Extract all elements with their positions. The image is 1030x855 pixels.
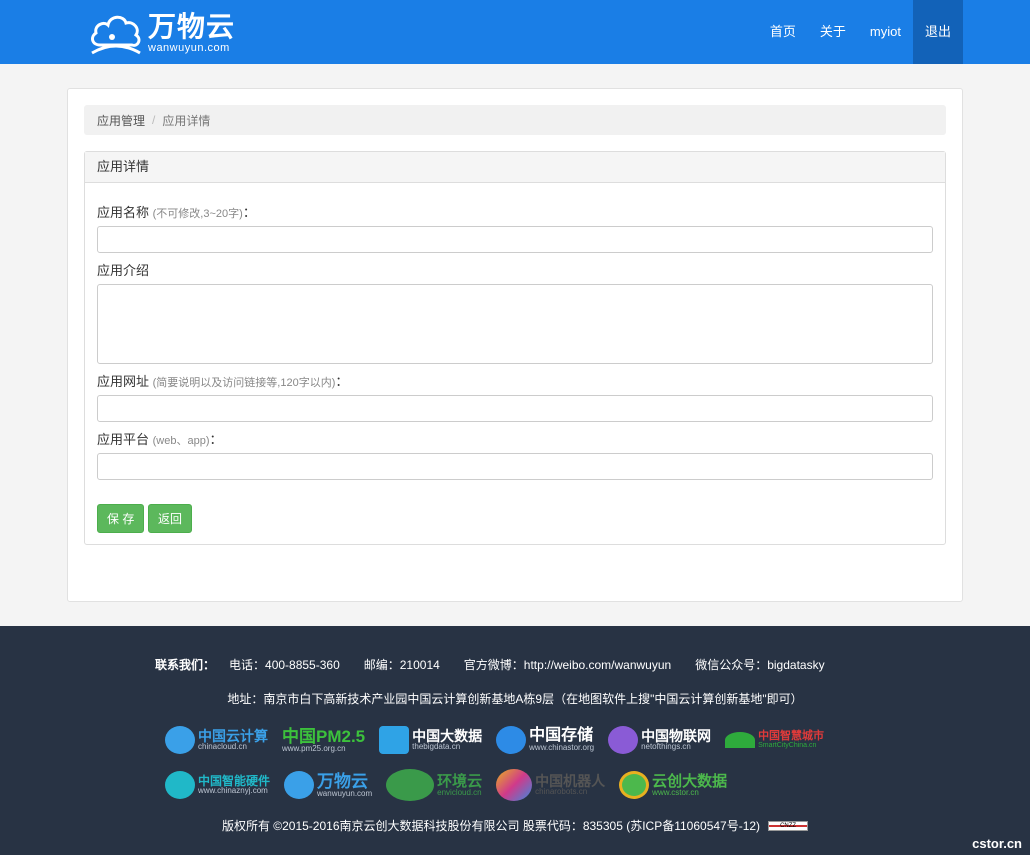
netofthings-logo-icon: [608, 726, 639, 754]
app-url-input[interactable]: [97, 395, 933, 422]
app-platform-label-text: 应用平台: [97, 432, 150, 447]
footer-address: 地址：南京市白下高新技术产业园中国云计算创新基地A栋9层（在地图软件上搜"中国云…: [227, 692, 803, 706]
watermark: cstor.cn: [972, 836, 1022, 851]
back-button[interactable]: 返回: [148, 504, 193, 533]
smartcity-logo-icon: [725, 732, 756, 748]
logo-chinarobots[interactable]: 中国机器人 chinarobots.cn: [496, 769, 605, 801]
logo-title: 云创大数据: [652, 772, 728, 790]
brand-text: 万物云 wanwuyun.com: [148, 11, 236, 55]
app-name-label: 应用名称 (不可修改,3~20字)：: [97, 202, 256, 221]
brand-subtitle: wanwuyun.com: [148, 42, 230, 54]
app-url-label-text: 应用网址: [97, 374, 150, 389]
contact-weibo: 官方微博：http://weibo.com/wanwuyun: [463, 658, 672, 672]
logo-sub: www.chinaznyj.com: [198, 786, 268, 795]
app-name-label-text: 应用名称: [97, 205, 150, 220]
chinastor-logo-icon: [496, 726, 527, 754]
footer: 联系我们： 电话：400-8855-360 邮编：210014 官方微博：htt…: [0, 626, 1030, 855]
breadcrumb: 应用管理 / 应用详情: [84, 105, 946, 135]
breadcrumb-current: 应用详情: [162, 113, 211, 128]
logo-sub: envicloud.cn: [437, 787, 482, 797]
logo-wanwuyun[interactable]: 万物云 wanwuyun.com: [284, 771, 372, 799]
top-navbar: 万物云 wanwuyun.com 首页 关于 myiot 退出: [0, 0, 1030, 64]
brand-logo[interactable]: 万物云 wanwuyun.com: [88, 8, 235, 58]
logo-sub: chinacloud.cn: [198, 742, 247, 751]
app-intro-textarea[interactable]: [97, 284, 933, 364]
app-url-colon: ：: [335, 374, 349, 389]
logo-sub: netofthings.cn: [641, 742, 691, 751]
logo-title: 环境云: [437, 772, 483, 790]
logo-title: 中国存储: [529, 727, 594, 744]
chinarobots-logo-icon: [496, 769, 533, 801]
app-intro-label: 应用介绍: [97, 260, 149, 279]
nav-home-link[interactable]: 首页: [758, 0, 808, 64]
app-platform-hint: (web、app): [152, 435, 210, 447]
cnzz-badge[interactable]: CNZZ: [768, 820, 809, 831]
breadcrumb-separator: /: [152, 113, 156, 127]
logo-smartcity[interactable]: 中国智慧城市 SmartCityChina.cn: [725, 731, 824, 749]
app-platform-input[interactable]: [97, 453, 933, 480]
app-name-input[interactable]: [97, 226, 933, 253]
logo-title: 中国PM2.5: [282, 726, 366, 746]
app-platform-colon: ：: [209, 432, 223, 447]
logo-pm25[interactable]: 中国PM2.5 www.pm25.org.cn: [282, 728, 365, 753]
logo-sub: www.pm25.org.cn: [282, 743, 346, 753]
contact-postcode: 邮编：210014: [363, 658, 440, 672]
copyright-text: 版权所有 ©2015-2016南京云创大数据科技股份有限公司 股票代码：8353…: [221, 819, 761, 833]
logo-sub: chinarobots.cn: [535, 787, 588, 796]
app-url-hint: (简要说明以及访问链接等,120字以内): [152, 377, 336, 389]
logo-title: 万物云: [317, 771, 369, 791]
nav-logout-link[interactable]: 退出: [912, 0, 963, 64]
logo-envicloud[interactable]: 环境云 envicloud.cn: [386, 769, 482, 801]
app-intro-label-text: 应用介绍: [97, 263, 150, 278]
main-container: 应用管理 / 应用详情 应用详情 应用名称 (不可修改,3~20字)： 应用介绍…: [67, 88, 963, 602]
cloud-logo-icon: [91, 15, 141, 55]
thebigdata-logo-icon: [379, 726, 410, 754]
chinaznyj-logo-icon: [165, 771, 195, 799]
logo-netofthings[interactable]: 中国物联网 netofthings.cn: [608, 726, 711, 754]
nav-myiot-link[interactable]: myiot: [858, 0, 913, 64]
app-platform-label: 应用平台 (web、app)：: [97, 429, 223, 448]
brand-title: 万物云: [148, 11, 236, 42]
logo-chinacloud[interactable]: 中国云计算 chinacloud.cn: [165, 726, 268, 754]
nav-about-link[interactable]: 关于: [808, 0, 858, 64]
cstor-logo-icon: [619, 771, 650, 799]
logo-chinaznyj[interactable]: 中国智能硬件 www.chinaznyj.com: [165, 771, 270, 799]
logo-title: 中国机器人: [535, 773, 606, 789]
save-button[interactable]: 保 存: [97, 504, 145, 533]
logo-title: 中国智慧城市: [758, 730, 825, 742]
logo-sub: wanwuyun.com: [317, 788, 373, 798]
app-url-label: 应用网址 (简要说明以及访问链接等,120字以内)：: [97, 371, 348, 390]
partner-logos-row-2: 中国智能硬件 www.chinaznyj.com 万物云 wanwuyun.com …: [165, 769, 741, 801]
logo-chinastor[interactable]: 中国存储 www.chinastor.org: [496, 726, 594, 754]
logo-sub: www.cstor.cn: [652, 787, 699, 797]
panel-heading: 应用详情: [85, 152, 945, 183]
contact-label: 联系我们：: [155, 658, 216, 672]
app-name-hint: (不可修改,3~20字): [152, 208, 243, 220]
main-nav: 首页 关于 myiot 退出: [758, 0, 963, 64]
breadcrumb-app-management-link[interactable]: 应用管理: [97, 112, 145, 129]
partner-logos-row-1: 中国云计算 chinacloud.cn 中国PM2.5 www.pm25.org.c…: [165, 726, 838, 754]
envicloud-logo-icon: [386, 769, 435, 801]
chinacloud-logo-icon: [165, 726, 195, 754]
footer-contact: 联系我们： 电话：400-8855-360 邮编：210014 官方微博：htt…: [155, 656, 849, 673]
logo-title: 中国物联网: [641, 728, 712, 744]
logo-title: 中国云计算: [198, 728, 268, 744]
logo-thebigdata[interactable]: 中国大数据 thebigdata.cn: [379, 726, 482, 754]
app-detail-panel: 应用详情 应用名称 (不可修改,3~20字)： 应用介绍 应用网址 (简要说明以…: [84, 151, 946, 545]
contact-phone: 电话：400-8855-360: [229, 658, 340, 672]
app-name-colon: ：: [242, 205, 256, 220]
logo-title: 中国大数据: [412, 728, 483, 744]
logo-cstor[interactable]: 云创大数据 www.cstor.cn: [619, 771, 727, 799]
footer-copyright: 版权所有 ©2015-2016南京云创大数据科技股份有限公司 股票代码：8353…: [0, 817, 1030, 834]
contact-wechat: 微信公众号：bigdatasky: [695, 658, 825, 672]
logo-sub: www.chinastor.org: [529, 743, 595, 752]
logo-sub: thebigdata.cn: [412, 742, 461, 751]
logo-sub: SmartCityChina.cn: [758, 742, 817, 749]
wanwuyun-logo-icon: [284, 771, 315, 799]
